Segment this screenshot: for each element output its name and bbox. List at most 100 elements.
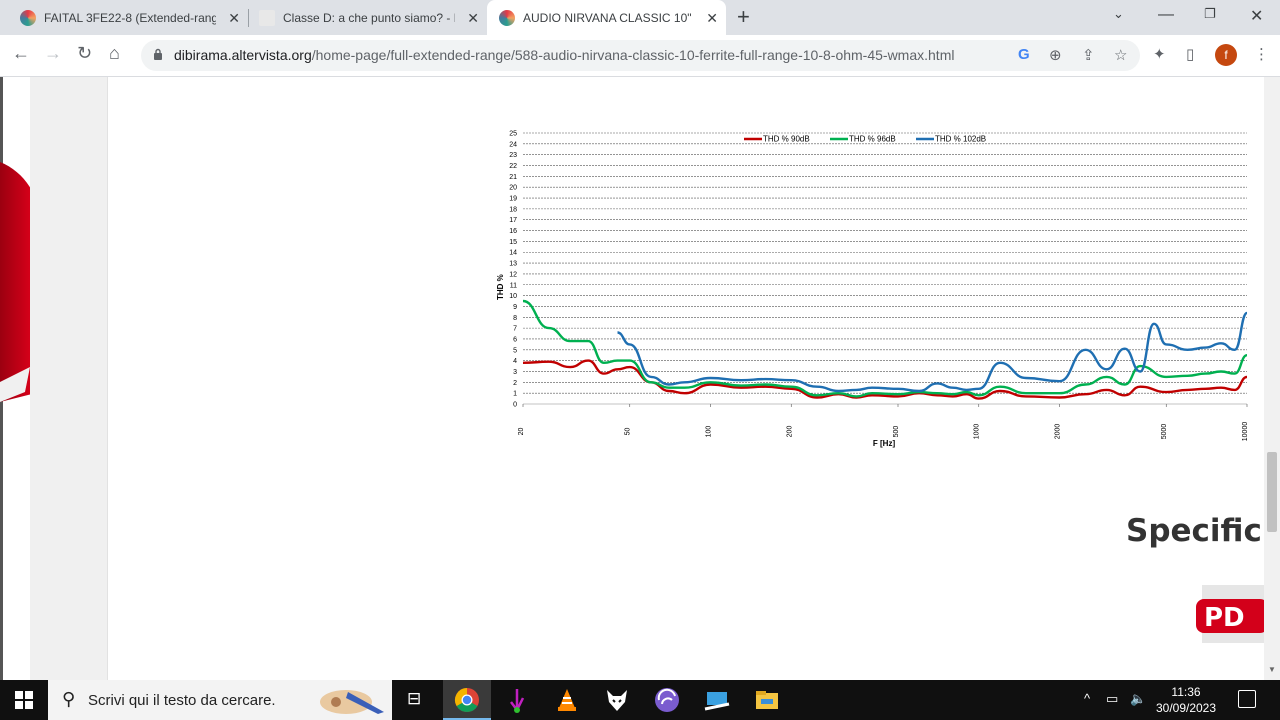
x-tick-label: 1000 (974, 424, 981, 440)
y-tick-label: 12 (509, 271, 517, 278)
zoom-icon[interactable]: ⊕ (1049, 46, 1062, 64)
x-tick-label: 5000 (1161, 424, 1168, 440)
chrome-menu-icon[interactable]: ⋮ (1254, 45, 1269, 63)
taskbar-clock[interactable]: 11:36 30/09/2023 (1150, 684, 1222, 716)
bookmark-star-icon[interactable]: ☆ (1114, 46, 1127, 64)
search-highlight-illustration (320, 690, 384, 714)
x-tick-label: 2000 (1055, 424, 1062, 440)
clock-date: 30/09/2023 (1155, 701, 1217, 715)
tab-faital[interactable]: FAITAL 3FE22-8 (Extended-range ✕ (10, 0, 248, 35)
task-view-icon[interactable]: ⊟ (407, 689, 421, 709)
reload-icon[interactable]: ↻ (77, 43, 92, 64)
legend-label: THD % 96dB (849, 135, 896, 144)
y-tick-label: 14 (509, 250, 517, 257)
network-icon[interactable]: ▭ (1106, 691, 1118, 707)
chrome-taskbar-icon[interactable] (453, 686, 481, 714)
y-tick-label: 19 (509, 196, 517, 203)
x-tick-label: 200 (786, 426, 793, 438)
x-tick-label: 100 (705, 426, 712, 438)
address-bar[interactable]: dibirama.altervista.org/home-page/full-e… (141, 40, 1140, 71)
url-text[interactable]: dibirama.altervista.org/home-page/full-e… (174, 47, 954, 63)
legend-label: THD % 90dB (763, 135, 810, 144)
x-tick-label: 20 (518, 428, 525, 436)
x-tick-label: 10000 (1242, 422, 1249, 442)
close-tab-icon[interactable]: ✕ (706, 10, 718, 27)
tab-bar: FAITAL 3FE22-8 (Extended-range ✕ Classe … (0, 0, 1280, 35)
tab-audio-nirvana[interactable]: AUDIO NIRVANA CLASSIC 10" FE ✕ (487, 0, 726, 35)
favicon-icon (259, 9, 275, 26)
url-path: /home-page/full-extended-range/588-audio… (311, 47, 955, 63)
search-icon: ⚲ (62, 689, 76, 709)
profile-avatar[interactable]: f (1215, 44, 1237, 66)
pdf-label: PD (1204, 603, 1245, 633)
remote-desktop-icon[interactable] (703, 686, 731, 714)
windows-start-icon[interactable] (15, 691, 33, 709)
file-explorer-icon[interactable] (753, 686, 781, 714)
browser-toolbar: ← → ↻ ⌂ dibirama.altervista.org/home-pag… (0, 35, 1280, 77)
volume-icon[interactable]: 🔈 (1130, 691, 1146, 707)
y-tick-label: 16 (509, 228, 517, 235)
close-window-icon[interactable]: ✕ (1250, 6, 1263, 26)
scrollbar-thumb[interactable] (1267, 452, 1277, 532)
close-tab-icon[interactable]: ✕ (228, 10, 240, 27)
back-icon[interactable]: ← (12, 43, 30, 64)
side-panel-icon[interactable]: ▯ (1186, 45, 1194, 63)
y-tick-label: 15 (509, 239, 517, 246)
thd-chart: 0123456789101112131415161718192021222324… (496, 131, 1249, 449)
y-axis-label: THD % (496, 274, 505, 300)
home-icon[interactable]: ⌂ (109, 43, 120, 64)
y-axis-ticks: 0123456789101112131415161718192021222324… (509, 131, 517, 409)
lock-icon[interactable] (153, 48, 163, 60)
favicon-icon (20, 9, 36, 26)
forward-icon[interactable]: → (44, 43, 62, 64)
extensions-icon[interactable]: ✦ (1153, 45, 1166, 63)
y-tick-label: 0 (513, 402, 517, 409)
y-tick-label: 18 (509, 206, 517, 213)
y-tick-label: 8 (513, 315, 517, 322)
y-tick-label: 6 (513, 336, 517, 343)
vlc-icon[interactable] (553, 686, 581, 714)
search-placeholder: Scrivi qui il testo da cercare. (88, 692, 276, 709)
page-scrollbar[interactable]: ▼ (1264, 77, 1280, 680)
profile-initial: f (1224, 48, 1228, 62)
chart-legend: THD % 90dB THD % 96dB THD % 102dB (744, 135, 986, 144)
windows-taskbar: ⚲ Scrivi qui il testo da cercare. ⊟ ^ ▭ … (0, 680, 1280, 720)
taskbar-search-box[interactable]: ⚲ Scrivi qui il testo da cercare. (48, 680, 392, 720)
tab-classe-d[interactable]: Classe D: a che punto siamo? - P ✕ (249, 0, 487, 35)
google-lens-icon[interactable]: G (1018, 46, 1030, 63)
y-tick-label: 10 (509, 293, 517, 300)
clock-time: 11:36 (1171, 685, 1201, 699)
y-tick-label: 9 (513, 304, 517, 311)
y-tick-label: 21 (509, 174, 517, 181)
new-tab-icon[interactable]: + (737, 4, 750, 30)
series-line (617, 311, 1249, 393)
audio-app-icon[interactable] (503, 686, 531, 714)
close-tab-icon[interactable]: ✕ (467, 10, 479, 27)
minimize-icon[interactable]: — (1158, 6, 1174, 24)
pdf-icon[interactable]: PD (1196, 585, 1264, 643)
favicon-icon (499, 9, 515, 26)
restore-icon[interactable]: ❐ (1204, 6, 1216, 22)
y-tick-label: 20 (509, 185, 517, 192)
specs-heading: Specifich (1126, 513, 1264, 549)
y-tick-label: 23 (509, 152, 517, 159)
y-tick-label: 3 (513, 369, 517, 376)
tab-title: AUDIO NIRVANA CLASSIC 10" FE (523, 10, 695, 25)
y-tick-label: 11 (510, 282, 517, 289)
y-tick-label: 25 (509, 131, 517, 138)
show-hidden-icons[interactable]: ^ (1084, 691, 1090, 706)
y-tick-label: 1 (513, 391, 517, 398)
legend-label: THD % 102dB (935, 135, 986, 144)
share-icon[interactable]: ⇪ (1082, 46, 1095, 64)
y-tick-label: 13 (509, 261, 517, 268)
tab-search-icon[interactable]: ⌄ (1113, 6, 1124, 22)
y-tick-label: 17 (509, 217, 517, 224)
scroll-down-icon[interactable]: ▼ (1268, 665, 1276, 674)
notification-center-icon[interactable] (1238, 690, 1256, 708)
tab-title: FAITAL 3FE22-8 (Extended-range (44, 10, 216, 25)
celestia-app-icon[interactable] (653, 686, 681, 714)
fox-app-icon[interactable] (603, 686, 631, 714)
y-tick-label: 7 (513, 326, 517, 333)
y-tick-label: 24 (509, 141, 517, 148)
x-tick-label: 500 (893, 426, 900, 438)
